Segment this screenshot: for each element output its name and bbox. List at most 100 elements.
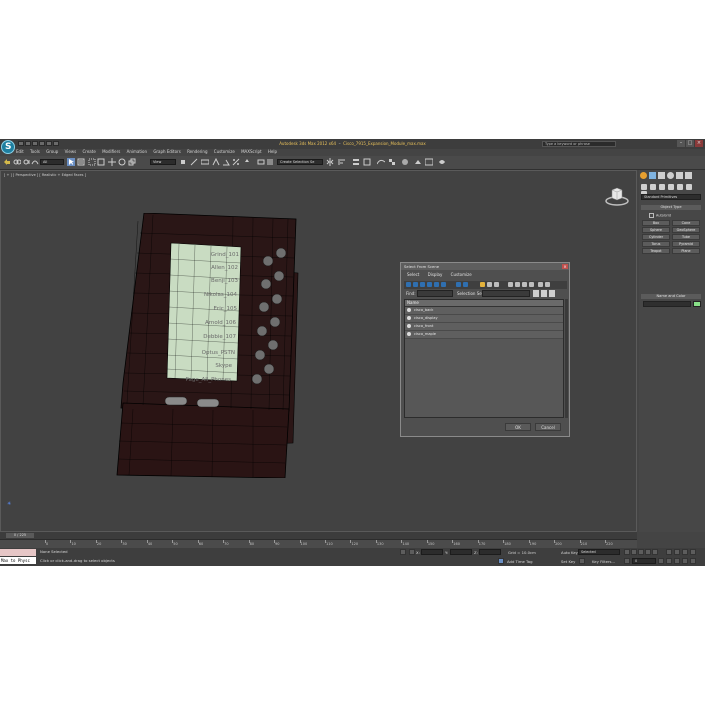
align-icon[interactable]	[338, 158, 346, 166]
cameras-category-icon[interactable]	[668, 184, 674, 190]
display-shapes-icon[interactable]	[413, 282, 418, 287]
pan-view-icon[interactable]	[674, 558, 680, 564]
key-filters-button[interactable]: Key Filters...	[592, 559, 615, 564]
window-crossing-icon[interactable]	[97, 158, 105, 166]
sphere-button[interactable]: Sphere	[642, 227, 670, 233]
viewport-label[interactable]: [ + ] [ Perspective ] [ Realistic + Edge…	[4, 173, 86, 177]
column-header-name[interactable]: Name	[405, 300, 563, 307]
rectangular-selection-icon[interactable]	[88, 158, 96, 166]
add-time-tag-button[interactable]: Add Time Tag	[507, 559, 532, 564]
display-bones-icon[interactable]	[480, 282, 485, 287]
menu-graph-editors[interactable]: Graph Editors	[153, 149, 180, 154]
display-xrefs-icon[interactable]	[463, 282, 468, 287]
display-frozen-icon[interactable]	[494, 282, 499, 287]
field-of-view-icon[interactable]	[666, 558, 672, 564]
undo-toolbar-icon[interactable]	[3, 158, 11, 166]
autogrid-checkbox[interactable]: AutoGrid	[649, 213, 671, 218]
menu-customize[interactable]: Customize	[214, 149, 235, 154]
time-tag-icon[interactable]	[498, 558, 504, 564]
display-helpers-icon[interactable]	[434, 282, 439, 287]
named-selection-dropdown[interactable]: Create Selection Se	[277, 159, 323, 165]
current-frame-field[interactable]: 0	[632, 558, 656, 564]
menu-modifiers[interactable]: Modifiers	[102, 149, 120, 154]
teapot-button[interactable]: Teapot	[642, 248, 670, 254]
time-slider-thumb[interactable]: 0 / 225	[6, 533, 34, 538]
set-key-icon[interactable]	[579, 558, 585, 564]
shapes-category-icon[interactable]	[650, 184, 656, 190]
dialog-menu-display[interactable]: Display	[428, 272, 443, 277]
box-button[interactable]: Box	[642, 220, 670, 226]
hierarchy-tab-icon[interactable]	[658, 172, 665, 179]
percent-snap-icon[interactable]	[232, 158, 240, 166]
material-editor-icon[interactable]	[401, 158, 409, 166]
spacewarps-category-icon[interactable]	[686, 184, 692, 190]
perspective-viewport[interactable]: [ + ] [ Perspective ] [ Realistic + Edge…	[0, 170, 637, 532]
maximize-viewport-icon[interactable]	[690, 558, 696, 564]
select-and-move-icon[interactable]	[108, 158, 116, 166]
selection-filter-dropdown[interactable]: All	[40, 159, 64, 165]
zoom-extents-icon[interactable]	[682, 549, 688, 555]
schematic-view-icon[interactable]	[388, 158, 396, 166]
tube-button[interactable]: Tube	[672, 234, 700, 240]
reference-coordinate-dropdown[interactable]: View	[150, 159, 176, 165]
display-containers-icon[interactable]	[487, 282, 492, 287]
y-coordinate-field[interactable]	[450, 549, 472, 555]
primitive-type-dropdown[interactable]: Standard Primitives	[641, 194, 701, 200]
time-configuration-icon[interactable]	[658, 558, 664, 564]
object-name-input[interactable]	[643, 301, 691, 307]
menu-maxscript[interactable]: MAXScript	[241, 149, 262, 154]
angle-snap-icon[interactable]	[222, 158, 230, 166]
display-space-warps-icon[interactable]	[441, 282, 446, 287]
geometry-category-icon[interactable]	[641, 184, 647, 190]
render-setup-icon[interactable]	[414, 158, 422, 166]
z-coordinate-field[interactable]	[479, 549, 501, 555]
cylinder-button[interactable]: Cylinder	[642, 234, 670, 240]
helpers-category-icon[interactable]	[677, 184, 683, 190]
unlink-icon[interactable]	[23, 158, 31, 166]
cancel-button[interactable]: Cancel	[535, 423, 561, 431]
set-key-label[interactable]: Set Key	[561, 559, 575, 564]
display-tab-icon[interactable]	[676, 172, 683, 179]
selection-set-add-icon[interactable]	[533, 290, 539, 297]
key-mode-selected-dropdown[interactable]: Selected	[578, 549, 620, 555]
key-mode-toggle-icon[interactable]	[624, 558, 630, 564]
torus-button[interactable]: Torus	[642, 241, 670, 247]
geosphere-button[interactable]: GeoSphere	[672, 227, 700, 233]
maxscript-mini-listener-input[interactable]: Max to Physc	[0, 557, 36, 564]
help-search-input[interactable]: Type a keyword or phrase	[542, 141, 616, 147]
sync-selection-icon[interactable]	[545, 282, 550, 287]
select-object-icon[interactable]	[67, 158, 75, 166]
find-input[interactable]	[417, 290, 453, 297]
menu-group[interactable]: Group	[46, 149, 58, 154]
object-color-swatch[interactable]	[693, 301, 701, 307]
display-cameras-icon[interactable]	[427, 282, 432, 287]
select-invert-icon[interactable]	[522, 282, 527, 287]
select-and-link-icon[interactable]	[13, 158, 21, 166]
selection-set-dropdown[interactable]	[482, 290, 530, 297]
selection-lock-icon[interactable]	[400, 549, 406, 555]
select-none-icon[interactable]	[515, 282, 520, 287]
list-scrollbar[interactable]	[565, 299, 568, 418]
motion-tab-icon[interactable]	[667, 172, 674, 179]
orbit-icon[interactable]	[682, 558, 688, 564]
layer-manager-icon[interactable]	[352, 158, 360, 166]
display-lights-icon[interactable]	[420, 282, 425, 287]
name-and-color-rollout[interactable]: Name and Color	[641, 294, 701, 299]
display-geometry-icon[interactable]	[406, 282, 411, 287]
list-item[interactable]: cisco_front	[405, 323, 563, 331]
selection-set-remove-icon[interactable]	[541, 290, 547, 297]
keyboard-shortcut-icon[interactable]	[201, 158, 209, 166]
utilities-tab-icon[interactable]	[685, 172, 692, 179]
mirror-icon[interactable]	[326, 158, 334, 166]
rendered-frame-window-icon[interactable]	[425, 158, 433, 166]
menu-create[interactable]: Create	[83, 149, 96, 154]
absolute-mode-icon[interactable]	[409, 549, 415, 555]
plane-button[interactable]: Plane	[672, 248, 700, 254]
curve-editor-icon[interactable]	[377, 158, 385, 166]
edit-named-selection-icon[interactable]	[257, 158, 265, 166]
display-groups-icon[interactable]	[456, 282, 461, 287]
ok-button[interactable]: OK	[505, 423, 531, 431]
selection-set-edit-icon[interactable]	[549, 290, 555, 297]
menu-help[interactable]: Help	[268, 149, 277, 154]
list-item[interactable]: cisco_display	[405, 315, 563, 323]
